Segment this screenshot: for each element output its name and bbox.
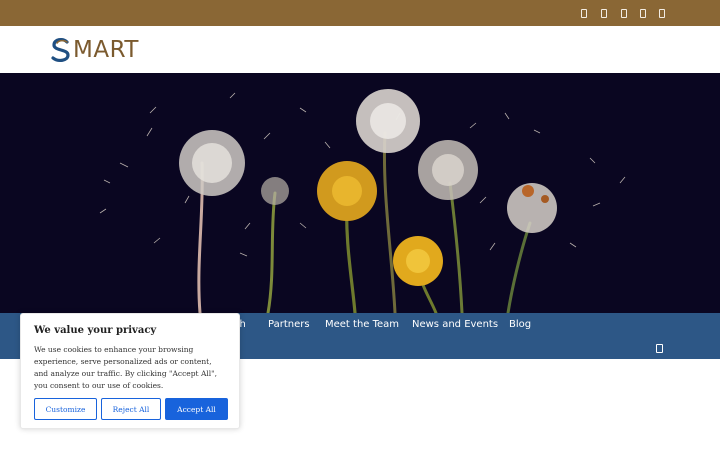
logo-text: MART	[73, 37, 139, 63]
reject-all-button[interactable]: Reject All	[101, 398, 161, 420]
nav-item-meet-the-team[interactable]: Meet the Team	[325, 318, 399, 332]
facebook-icon[interactable]	[578, 6, 590, 20]
customize-button[interactable]: Customize	[34, 398, 97, 420]
instagram-icon[interactable]	[637, 6, 649, 20]
nav-item-news-and-events[interactable]: News and Events	[412, 318, 498, 332]
logo-s-mark	[50, 37, 72, 63]
nav-item-partners[interactable]: Partners	[268, 318, 310, 332]
cookie-button-group: Customize Reject All Accept All	[34, 398, 228, 420]
nav-item-blog[interactable]: Blog	[509, 318, 531, 332]
site-logo[interactable]: MART	[50, 37, 139, 63]
accept-all-button[interactable]: Accept All	[165, 398, 228, 420]
search-icon[interactable]	[656, 344, 663, 353]
hero-banner	[0, 73, 720, 313]
linkedin-icon[interactable]	[618, 6, 630, 20]
youtube-icon[interactable]	[656, 6, 668, 20]
dandelion-illustration	[99, 89, 626, 313]
site-header: MART	[0, 26, 720, 73]
cookie-banner-title: We value your privacy	[34, 325, 157, 336]
twitter-icon[interactable]	[598, 6, 610, 20]
top-bar	[0, 0, 720, 26]
cookie-banner-text: We use cookies to enhance your browsing …	[34, 345, 217, 390]
cookie-consent-banner: We value your privacy We use cookies to …	[20, 313, 240, 429]
